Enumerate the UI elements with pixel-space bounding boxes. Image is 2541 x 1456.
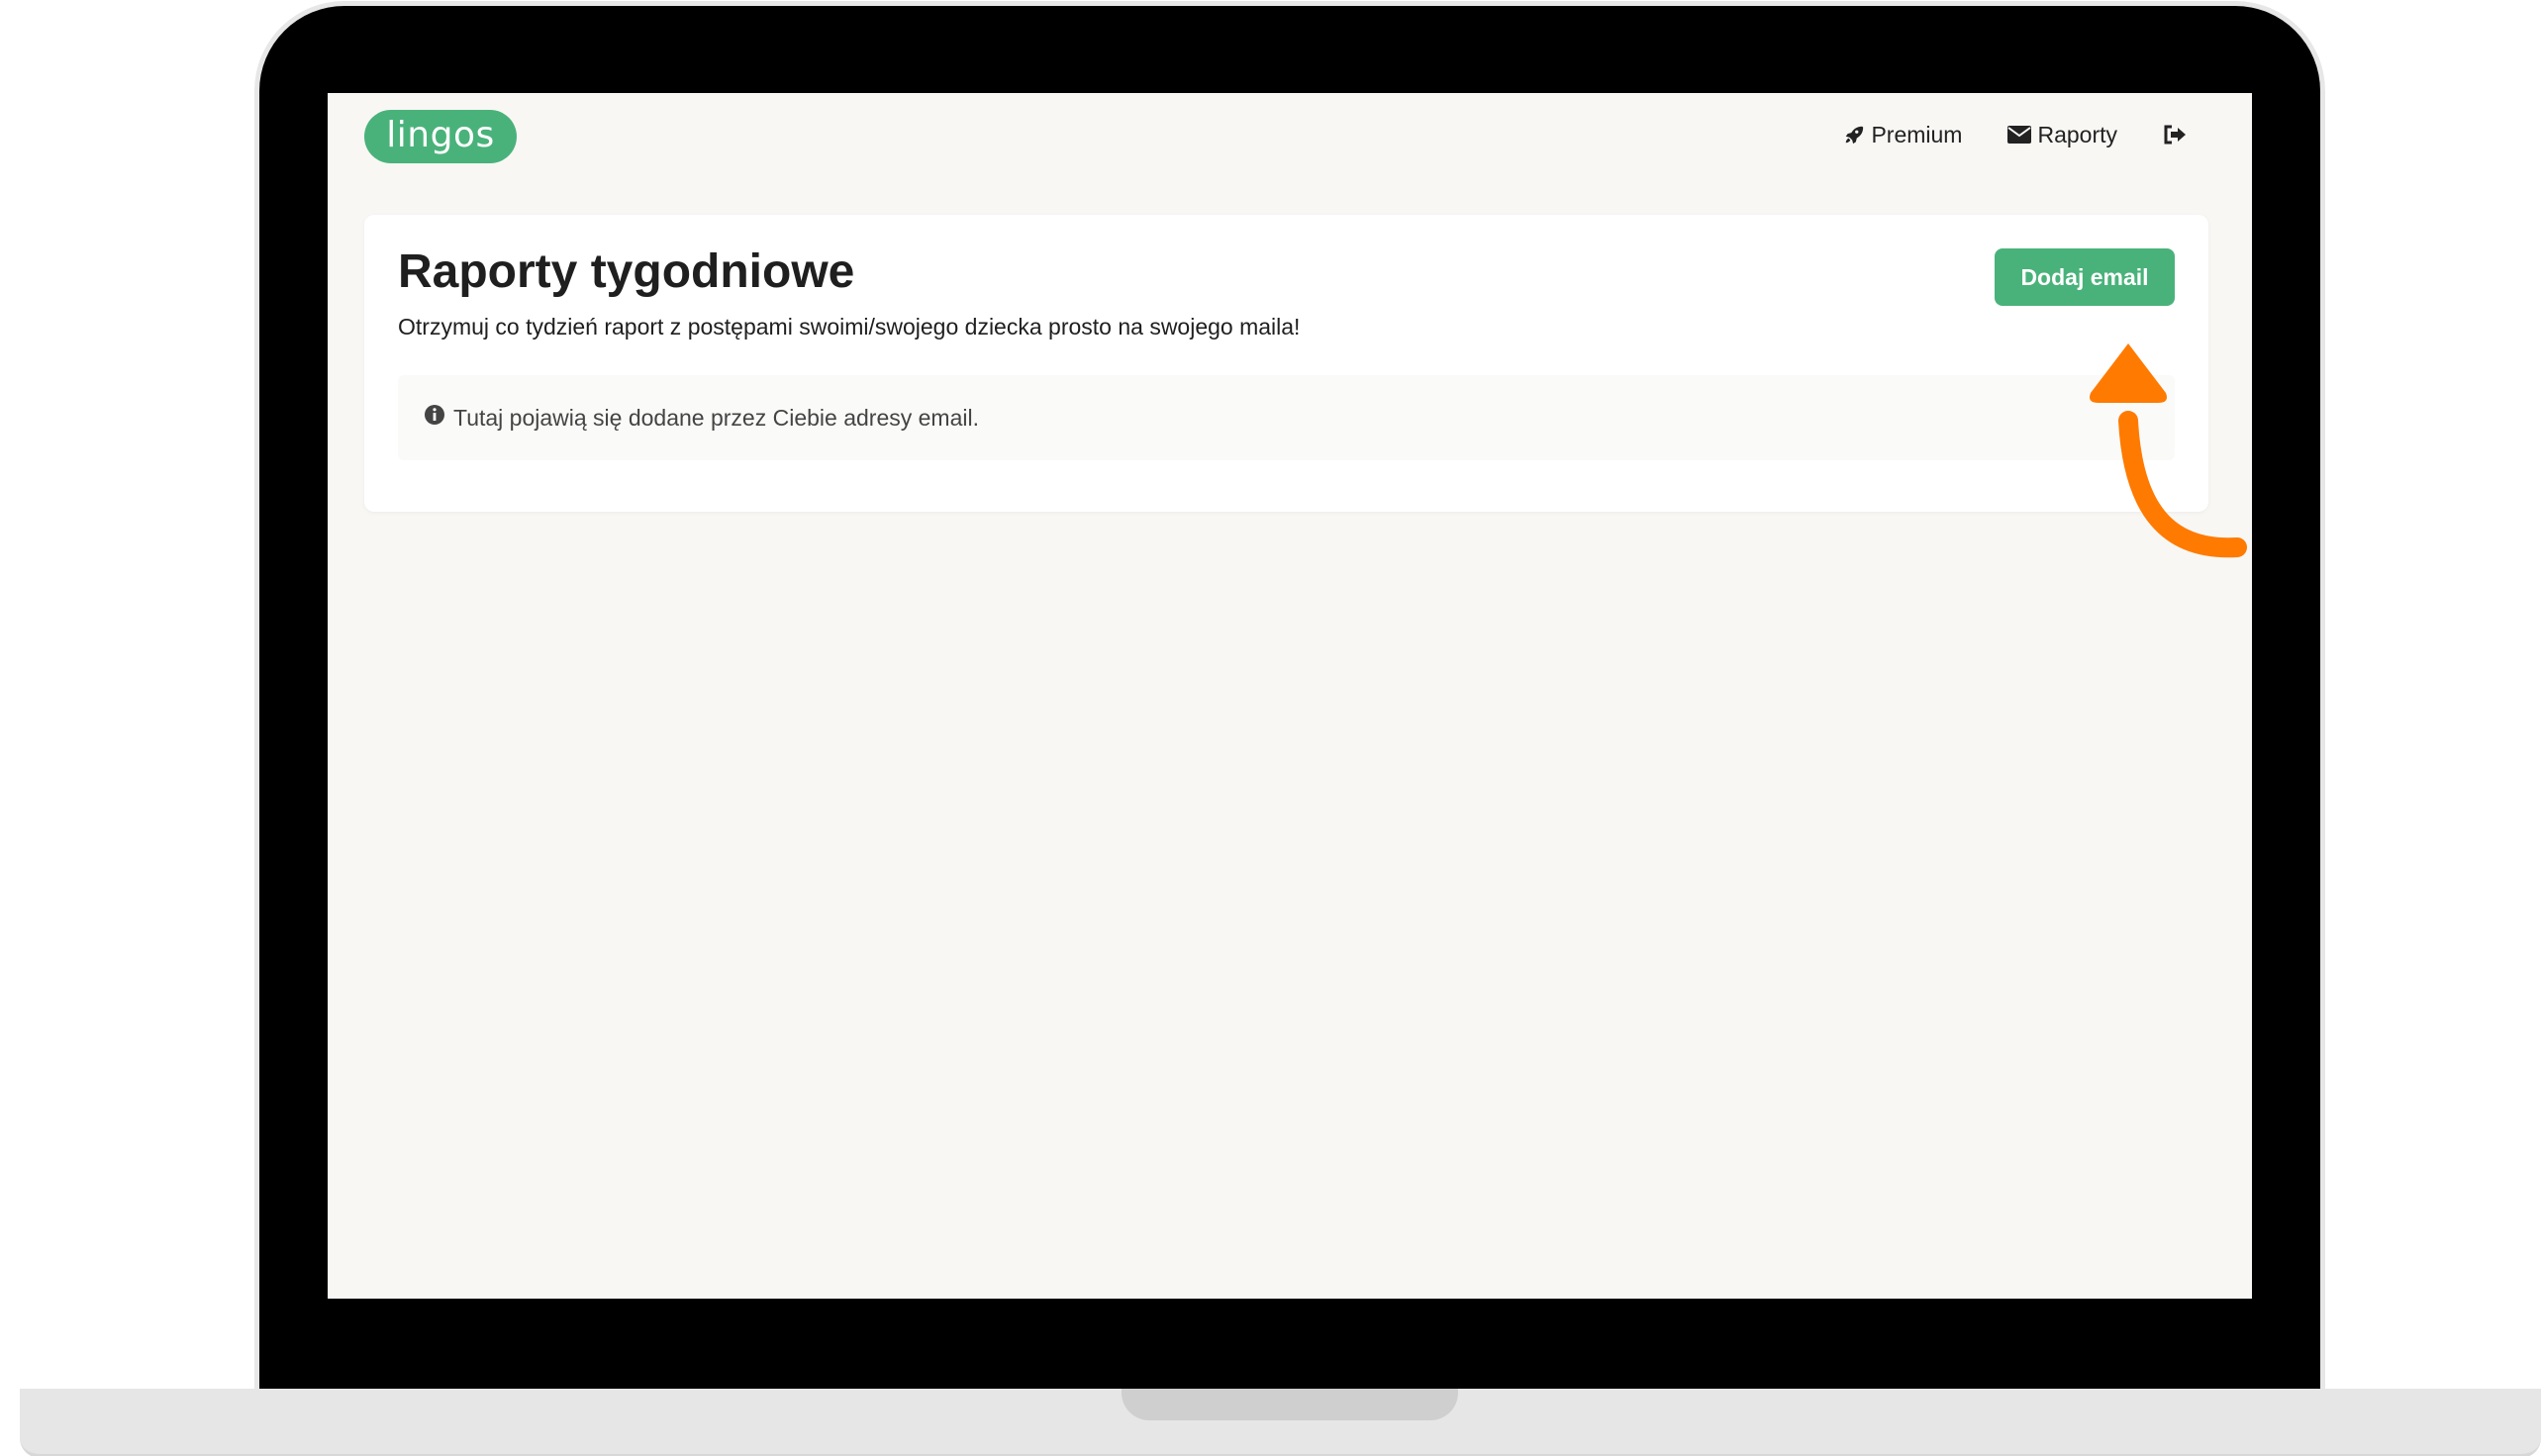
logout-icon [2163,125,2187,145]
page-subtitle: Otrzymuj co tydzień raport z postępami s… [398,314,1301,340]
page-title: Raporty tygodniowe [398,245,855,298]
app-screen: lingos Premium Raporty Raporty tygodniow… [328,93,2252,1299]
nav-item-premium[interactable]: Premium [1843,122,1962,148]
laptop-notch [1122,1389,1458,1420]
rocket-icon [1843,124,1865,146]
envelope-icon [2007,126,2032,144]
top-nav: Premium Raporty [1843,115,2187,154]
nav-item-raporty[interactable]: Raporty [2007,122,2117,148]
empty-state-text: Tutaj pojawią się dodane przez Ciebie ad… [453,404,979,431]
empty-state-info: Tutaj pojawią się dodane przez Ciebie ad… [398,375,2175,460]
add-email-button[interactable]: Dodaj email [1995,248,2175,306]
nav-item-logout[interactable] [2163,125,2187,145]
curved-arrow-icon [2039,341,2257,573]
weekly-reports-card: Raporty tygodniowe Otrzymuj co tydzień r… [364,215,2208,512]
info-circle-icon [424,404,445,432]
nav-label-premium: Premium [1871,121,1963,147]
nav-label-raporty: Raporty [2037,121,2117,147]
lingos-logo[interactable]: lingos [364,110,517,163]
